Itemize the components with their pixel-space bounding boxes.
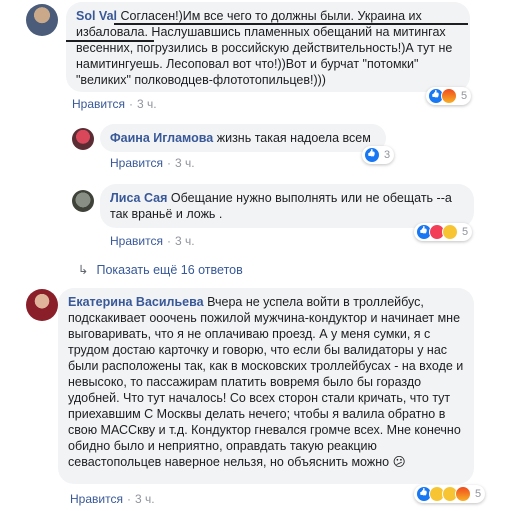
comment-actions: Нравится · 3 ч. [72,97,157,111]
angry-icon [455,486,471,502]
angry-icon [441,88,457,104]
comment-author[interactable]: Екатерина Васильева [68,295,204,309]
timestamp[interactable]: 3 ч. [137,97,157,111]
underline-mark [114,23,468,25]
like-link[interactable]: Нравится [110,156,163,170]
comment-bubble: Фаина Игламова жизнь такая надоела всем [100,124,386,152]
reaction-summary[interactable]: 5 [414,485,486,503]
comment-bubble: Лиса Сая Обещание нужно выполнять или не… [100,184,474,228]
comment-text: Вчера не успела войти в троллейбус, подс… [68,295,464,469]
avatar[interactable] [26,4,58,36]
show-more-replies-link[interactable]: ↳ Показать ещё 16 ответов [78,262,243,277]
reaction-count: 5 [461,90,468,102]
avatar[interactable] [72,128,94,150]
like-link[interactable]: Нравится [72,97,125,111]
timestamp[interactable]: 3 ч. [175,234,195,248]
reaction-summary[interactable]: 3 [362,146,395,164]
comment-author[interactable]: Лиса Сая [110,191,167,205]
wow-icon [442,224,458,240]
comment-bubble: Sol Val Согласен!)Им все чего то должны … [66,2,470,92]
show-more-label: Показать ещё 16 ответов [96,263,243,277]
comment-author[interactable]: Фаина Игламова [110,131,213,145]
comment-actions: Нравится · 3 ч. [110,234,195,248]
comment-actions: Нравится · 3 ч. [70,492,155,506]
reaction-summary[interactable]: 5 [414,223,473,241]
reaction-count: 5 [475,488,482,500]
like-icon [364,147,380,163]
underline-mark [66,40,154,42]
comment-text: жизнь такая надоела всем [216,131,371,145]
reaction-summary[interactable]: 5 [426,87,472,105]
comment-bubble: Екатерина Васильева Вчера не успела войт… [58,288,474,484]
avatar[interactable] [26,289,58,321]
avatar[interactable] [72,190,94,212]
comment-author[interactable]: Sol Val [76,9,117,23]
comment-actions: Нравится · 3 ч. [110,156,195,170]
timestamp[interactable]: 3 ч. [135,492,155,506]
like-link[interactable]: Нравится [110,234,163,248]
reaction-count: 5 [462,226,469,238]
reaction-count: 3 [384,149,391,161]
like-link[interactable]: Нравится [70,492,123,506]
timestamp[interactable]: 3 ч. [175,156,195,170]
reply-arrow-icon: ↳ [78,263,89,277]
confused-emoji-icon: 😕 [392,455,406,469]
comment-text: Согласен!)Им все чего то должны были. Ук… [76,9,453,87]
